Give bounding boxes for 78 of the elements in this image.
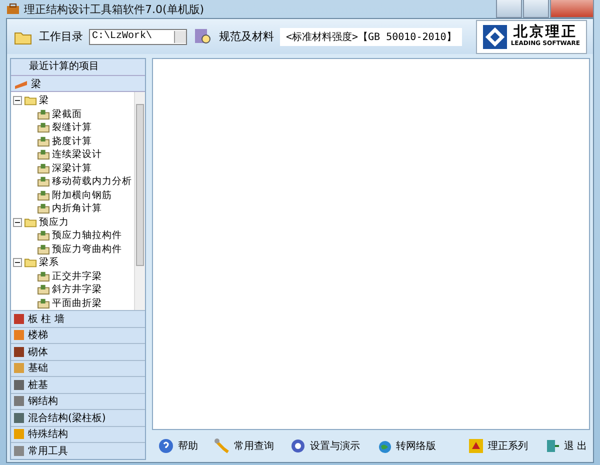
calculator-folder-icon — [37, 149, 50, 160]
help-icon — [158, 438, 174, 454]
calculator-folder-icon — [37, 176, 50, 188]
tree-item[interactable]: 平面曲折梁 — [52, 296, 102, 310]
calculator-folder-icon — [37, 203, 50, 214]
toolbar-button[interactable]: 退 出 — [544, 438, 587, 454]
tree-item[interactable]: 附加横向钢筋 — [52, 188, 112, 202]
tree-folder[interactable]: 预应力 — [39, 216, 69, 229]
calculator-folder-icon — [37, 244, 50, 255]
masonry-icon — [14, 346, 24, 357]
calculator-folder-icon — [37, 298, 50, 309]
toolbar-button[interactable]: 常用查询 — [214, 438, 274, 454]
tree-item[interactable]: 正交井字梁 — [52, 270, 102, 283]
beam-group-header[interactable]: 梁 — [11, 76, 145, 92]
category-header[interactable]: 钢结构 — [11, 392, 145, 409]
category-header[interactable]: 特殊结构 — [11, 426, 145, 442]
toolbox-icon — [6, 3, 20, 15]
slab-icon — [14, 314, 24, 324]
tree-folder[interactable]: 梁系 — [39, 256, 59, 270]
spec-field[interactable]: <标准材料强度>【GB 50010-2010】 — [280, 28, 462, 46]
category-header[interactable]: 常用工具 — [11, 442, 145, 458]
category-header[interactable]: 板 柱 墙 — [11, 310, 145, 326]
close-button[interactable] — [550, 0, 594, 18]
special-icon — [14, 429, 24, 440]
workdir-dropdown[interactable]: C:\LzWork\ — [89, 28, 187, 44]
category-header[interactable]: 混合结构(梁柱板) — [11, 409, 145, 426]
window-title: 理正结构设计工具箱软件7.0(单机版) — [24, 2, 206, 16]
tree-item[interactable]: 预应力轴拉构件 — [52, 229, 122, 242]
mixed-icon — [14, 412, 24, 423]
tools-icon — [14, 446, 24, 456]
tree-item[interactable]: 裂缝计算 — [52, 121, 92, 134]
tree-item[interactable]: 挠度计算 — [52, 134, 92, 148]
toolbar-button[interactable]: 帮助 — [158, 438, 198, 454]
steel-icon — [14, 396, 24, 406]
calculator-folder-icon — [37, 190, 50, 201]
calculator-folder-icon — [37, 270, 50, 282]
collapse-icon[interactable] — [13, 96, 22, 106]
scrollbar[interactable] — [134, 92, 145, 310]
maximize-button[interactable] — [523, 0, 549, 18]
tree-item[interactable]: 移动荷载内力分析 — [52, 175, 132, 188]
logo-title: 北京理正 — [513, 25, 578, 40]
calculator-folder-icon — [37, 230, 50, 242]
toolbar-button[interactable]: 设置与演示 — [290, 438, 360, 454]
pile-icon — [14, 380, 24, 390]
stair-icon — [14, 330, 24, 340]
folder-icon — [24, 216, 37, 228]
tree-item[interactable]: 内折角计算 — [52, 202, 102, 216]
folder-icon — [24, 95, 37, 106]
collapse-icon[interactable] — [13, 258, 22, 268]
category-header[interactable]: 桩基 — [11, 376, 145, 392]
calculator-folder-icon — [37, 122, 50, 134]
calculator-folder-icon — [37, 284, 50, 296]
logo-mark-icon — [482, 24, 507, 48]
wrench-icon — [214, 438, 230, 454]
calculator-folder-icon — [37, 136, 50, 147]
folder-icon — [24, 257, 37, 268]
category-header[interactable]: 楼梯 — [11, 326, 145, 343]
calculator-folder-icon — [37, 108, 50, 120]
logo-icon — [468, 438, 484, 454]
recent-projects-header[interactable]: 最近计算的项目 — [11, 59, 145, 76]
toolbar-button[interactable]: 转网络版 — [376, 438, 436, 454]
tree-item[interactable]: 深梁计算 — [52, 162, 92, 175]
calculator-folder-icon — [37, 162, 50, 174]
spec-label: 规范及材料 — [219, 29, 274, 44]
workdir-label: 工作目录 — [39, 29, 83, 44]
minimize-button[interactable] — [496, 0, 522, 18]
gear-icon — [290, 438, 306, 454]
tree-item[interactable]: 梁截面 — [52, 108, 82, 121]
tree-item[interactable]: 斜方井字梁 — [52, 283, 102, 296]
foundation-icon — [14, 363, 24, 374]
tree-item[interactable]: 连续梁设计 — [52, 148, 102, 162]
tree-folder[interactable]: 梁 — [39, 94, 49, 108]
category-header[interactable]: 砌体 — [11, 343, 145, 360]
collapse-icon[interactable] — [13, 218, 22, 227]
magnifier-icon — [193, 26, 213, 46]
tree-item[interactable]: 预应力弯曲构件 — [52, 242, 122, 256]
category-header[interactable]: 基础 — [11, 360, 145, 376]
toolbar-button[interactable]: 理正系列 — [468, 438, 528, 454]
